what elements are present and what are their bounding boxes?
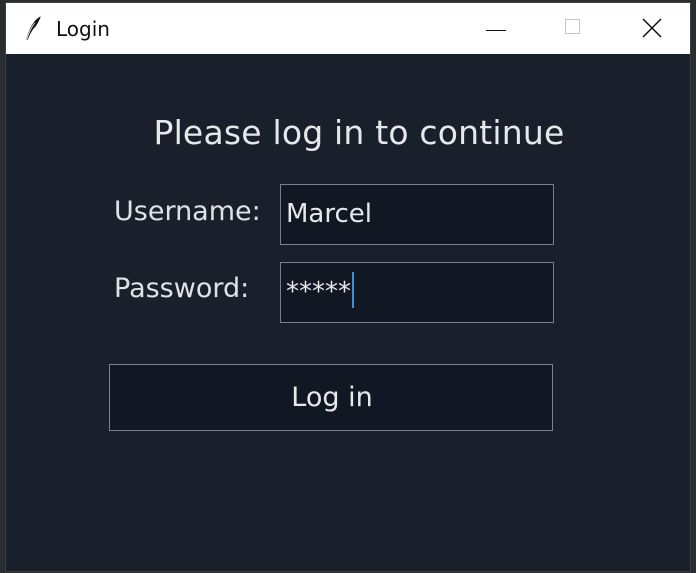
password-value-wrapper: ***** [286, 271, 354, 308]
username-field[interactable]: Marcel [280, 184, 554, 245]
username-value: Marcel [286, 199, 372, 229]
text-caret [352, 271, 354, 308]
minimize-button[interactable] [466, 3, 526, 54]
login-button[interactable]: Log in [109, 364, 553, 431]
login-window: Login Please log in to continue Username… [6, 3, 690, 571]
password-field[interactable]: ***** [280, 262, 554, 323]
feather-icon [26, 16, 41, 41]
title-bar[interactable]: Login [6, 3, 690, 54]
minimize-icon [486, 30, 506, 31]
close-icon [642, 18, 662, 38]
maximize-button[interactable] [543, 3, 603, 54]
login-heading: Please log in to continue [153, 113, 565, 152]
password-value: ***** [286, 277, 351, 307]
username-label: Username: [114, 196, 261, 227]
close-button[interactable] [622, 3, 682, 54]
password-label: Password: [114, 273, 250, 304]
window-title: Login [56, 17, 110, 41]
maximize-icon [565, 19, 580, 34]
